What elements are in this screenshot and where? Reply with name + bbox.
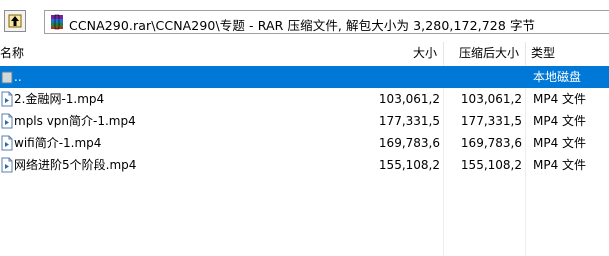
file-type: MP4 文件 — [533, 92, 587, 106]
video-file-icon — [1, 135, 13, 151]
video-file-icon — [1, 91, 13, 107]
parent-folder-row[interactable]: .. 本地磁盘 — [0, 66, 609, 88]
file-row[interactable]: mpls vpn简介-1.mp4 177,331,5 177,331,5 MP4 文件 — [0, 110, 609, 132]
address-bar[interactable]: CCNA290.rar\CCNA290\专题 - RAR 压缩文件, 解包大小为… — [44, 10, 609, 34]
file-size: 155,108,2 — [378, 158, 440, 172]
file-type: MP4 文件 — [533, 114, 587, 128]
toolbar: CCNA290.rar\CCNA290\专题 - RAR 压缩文件, 解包大小为… — [0, 0, 609, 42]
file-size: 169,783,6 — [378, 136, 440, 150]
file-type: MP4 文件 — [533, 158, 587, 172]
file-name: 2.金融网-1.mp4 — [14, 92, 105, 106]
file-type: 本地磁盘 — [533, 70, 582, 84]
file-row[interactable]: 2.金融网-1.mp4 103,061,2 103,061,2 MP4 文件 — [0, 88, 609, 110]
file-type: MP4 文件 — [533, 136, 587, 150]
file-packed-size: 177,331,5 — [460, 114, 522, 128]
column-header-type[interactable]: 类型 — [527, 42, 609, 64]
column-header: 名称 大小 压缩后大小 类型 — [0, 42, 609, 64]
rar-archive-icon — [51, 14, 63, 30]
file-name: 网络进阶5个阶段.mp4 — [14, 158, 137, 172]
video-file-icon — [1, 157, 13, 173]
column-header-packed-size[interactable]: 压缩后大小 — [444, 42, 526, 64]
file-row[interactable]: wifi简介-1.mp4 169,783,6 169,783,6 MP4 文件 — [0, 132, 609, 154]
file-row[interactable]: 网络进阶5个阶段.mp4 155,108,2 155,108,2 MP4 文件 — [0, 154, 609, 176]
parent-folder-icon — [1, 71, 13, 84]
file-name: .. — [14, 70, 22, 84]
file-packed-size: 103,061,2 — [460, 92, 522, 106]
up-arrow-icon — [8, 14, 22, 28]
column-header-size[interactable]: 大小 — [366, 42, 444, 64]
file-packed-size — [444, 66, 522, 88]
up-folder-button[interactable] — [4, 10, 26, 32]
file-size: 103,061,2 — [378, 92, 440, 106]
file-packed-size: 169,783,6 — [460, 136, 522, 150]
file-size: 177,331,5 — [378, 114, 440, 128]
file-name: mpls vpn简介-1.mp4 — [14, 114, 136, 128]
video-file-icon — [1, 113, 13, 129]
file-packed-size: 155,108,2 — [460, 158, 522, 172]
address-path-text: CCNA290.rar\CCNA290\专题 - RAR 压缩文件, 解包大小为… — [69, 18, 536, 33]
file-size — [366, 66, 440, 88]
file-name: wifi简介-1.mp4 — [14, 136, 102, 150]
